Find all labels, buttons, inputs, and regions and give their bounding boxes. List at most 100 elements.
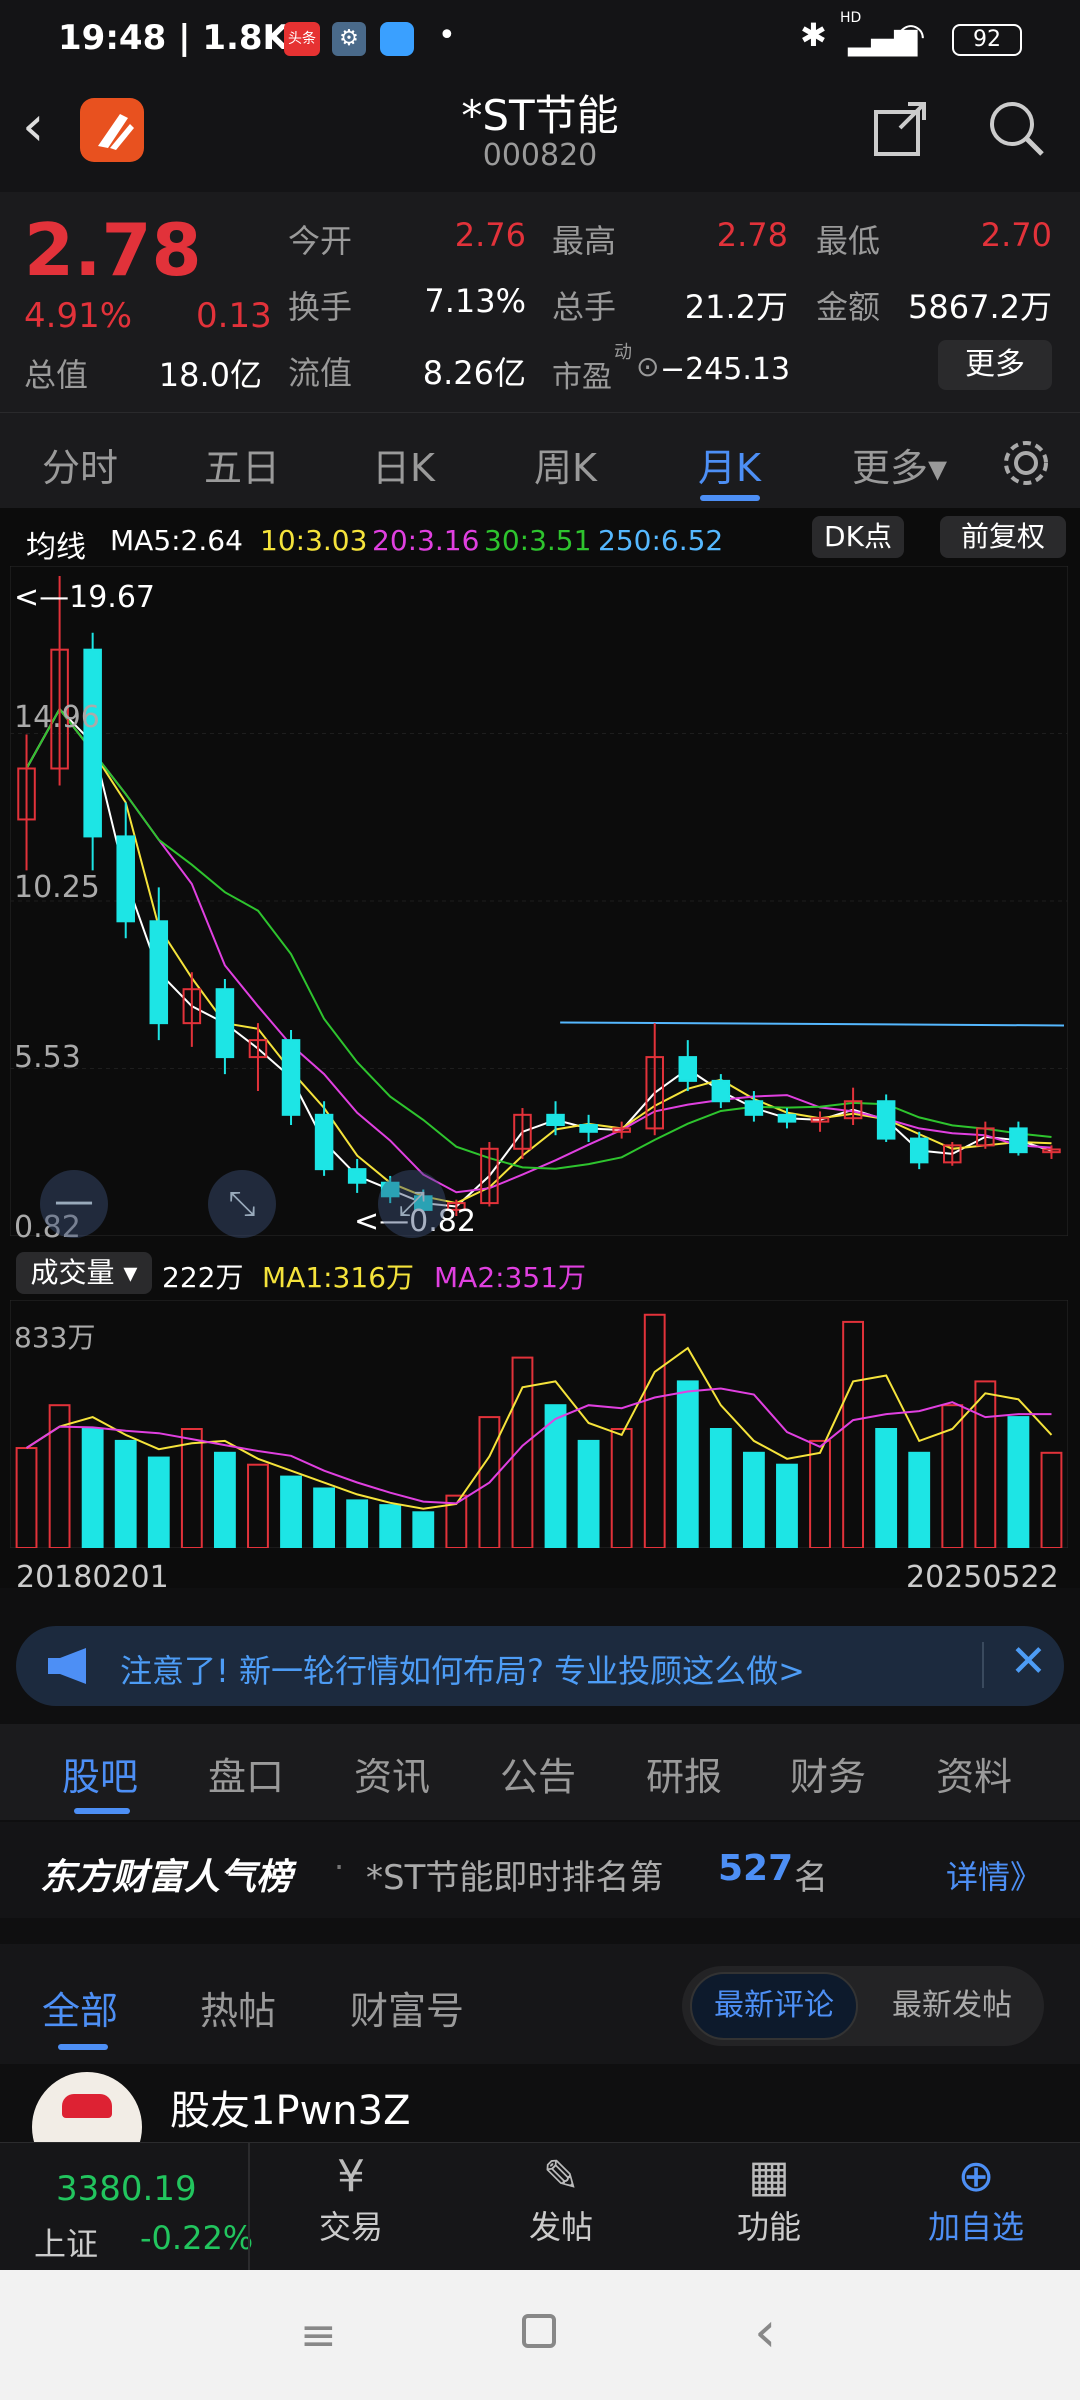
volume-bar-25	[842, 1320, 865, 1548]
function-button[interactable]: ▦ 功能	[724, 2151, 814, 2248]
menu-icon[interactable]: ≡	[300, 2310, 337, 2361]
volume-ma2: MA2:351万	[434, 1261, 587, 1294]
volume-indicator-select[interactable]: 成交量 ▾	[16, 1252, 152, 1294]
turnover-value: 7.13%	[424, 282, 526, 320]
candle-body-6	[215, 988, 235, 1059]
ma250-line	[560, 1021, 1065, 1027]
back-nav-icon[interactable]: ‹	[754, 2300, 776, 2365]
promo-banner[interactable]: 注意了! 新一轮行情如何布局? 专业投顾这么做> ✕	[16, 1626, 1064, 1706]
tab-daily-k[interactable]: 日K	[372, 437, 435, 492]
post-item[interactable]: 股友1Pwn3Z	[0, 2064, 1080, 2144]
popularity-rank[interactable]: 东方财富人气榜 · *ST节能即时排名第 527 名 详情》	[0, 1822, 1080, 1918]
volume-bar-20	[676, 1380, 699, 1548]
candle-body-17	[579, 1124, 598, 1133]
sort-new-post[interactable]: 最新发帖	[872, 1972, 1032, 2040]
price-tick-4: 5.53	[14, 1040, 81, 1075]
banner-divider	[982, 1642, 984, 1688]
dk-button[interactable]: DK点	[812, 516, 904, 558]
tab-announcements[interactable]: 公告	[500, 1746, 576, 1801]
tab-profile[interactable]: 资料	[936, 1746, 1012, 1801]
rank-number: 527	[718, 1848, 794, 1889]
volume-bar-31	[1040, 1451, 1063, 1548]
rank-detail-link[interactable]: 详情》	[946, 1852, 1042, 1898]
last-price: 2.78	[24, 208, 202, 292]
index-change: -0.22%	[140, 2219, 254, 2257]
settings-gear-icon[interactable]	[1000, 437, 1052, 489]
add-watchlist-button[interactable]: ⊕ 加自选	[916, 2151, 1036, 2248]
fq-button[interactable]: 前复权	[940, 516, 1066, 558]
sort-toggle: 最新评论 最新发帖	[682, 1966, 1044, 2046]
more-button[interactable]: 更多	[938, 340, 1052, 390]
rank-dot: ·	[334, 1848, 345, 1886]
filter-all[interactable]: 全部	[42, 1980, 118, 2035]
candle-body-22	[744, 1100, 764, 1116]
yen-icon: ¥	[337, 2151, 365, 2202]
post-button[interactable]: ✎ 发帖	[516, 2151, 606, 2248]
ma30-line	[25, 707, 1052, 1170]
volume-bar-12	[412, 1511, 435, 1548]
search-icon[interactable]	[984, 96, 1048, 160]
candle-body-21	[711, 1079, 731, 1103]
candle-body-30	[1009, 1127, 1028, 1154]
amount-value: 5867.2万	[908, 288, 1052, 326]
expand-button[interactable]: ⤡	[208, 1170, 276, 1238]
home-icon[interactable]	[522, 2314, 556, 2348]
rank-unit: 名	[794, 1858, 828, 1898]
share-icon[interactable]	[870, 98, 930, 158]
tab-weekly-k[interactable]: 周K	[534, 437, 597, 492]
volume-bar-30	[1007, 1416, 1030, 1548]
post-username[interactable]: 股友1Pwn3Z	[170, 2078, 411, 2136]
low-label: 最低	[816, 222, 881, 260]
volume-bar-27	[908, 1451, 931, 1548]
tab-more[interactable]: 更多▾	[852, 437, 947, 492]
volume-bar-11	[379, 1504, 402, 1548]
filter-hot[interactable]: 热帖	[200, 1980, 276, 2035]
quote-panel: 2.78 4.91% 0.13 总值 18.0亿 今开 2.76 最高 2.78…	[0, 192, 1080, 412]
volume-bar-23	[776, 1463, 798, 1548]
candle-body-23	[777, 1113, 797, 1123]
tab-monthly-k[interactable]: 月K	[698, 437, 761, 492]
edit-icon: ✎	[542, 2151, 580, 2202]
float-cap-label: 流值	[288, 354, 353, 392]
volume-axis-max: 833万	[14, 1321, 96, 1354]
volume-bar-24	[809, 1439, 831, 1548]
tab-five-day[interactable]: 五日	[204, 437, 280, 492]
sort-new-comment[interactable]: 最新评论	[690, 1972, 858, 2040]
candle-body-27	[909, 1137, 929, 1164]
volume-ma1-line	[25, 1346, 1053, 1510]
tab-guba[interactable]: 股吧	[62, 1746, 138, 1801]
info-icon[interactable]: ⊙	[636, 350, 659, 383]
collapse-button[interactable]: ⤢	[378, 1170, 446, 1238]
turnover-label: 换手	[288, 288, 353, 326]
filter-wealth[interactable]: 财富号	[350, 1980, 464, 2035]
tab-pankou[interactable]: 盘口	[208, 1746, 284, 1801]
volume-bar-19	[643, 1313, 666, 1548]
index-value: 3380.19	[56, 2169, 197, 2209]
grid-icon: ▦	[748, 2151, 790, 2202]
candle-body-26	[876, 1100, 896, 1140]
volume-bar-22	[742, 1451, 765, 1548]
banner-text: 注意了! 新一轮行情如何布局? 专业投顾这么做>	[120, 1652, 805, 1690]
tab-research[interactable]: 研报	[646, 1746, 722, 1801]
add-circle-icon: ⊕	[957, 2151, 995, 2202]
wifi-icon: ◠	[896, 16, 926, 56]
volume-bar-8	[280, 1475, 302, 1548]
high-label: 最高	[552, 222, 617, 260]
kline-chart[interactable]	[10, 566, 1068, 1236]
close-icon[interactable]: ✕	[1010, 1636, 1047, 1687]
volume-chart[interactable]	[10, 1300, 1068, 1548]
tab-finance[interactable]: 财务	[790, 1746, 866, 1801]
trade-button[interactable]: ¥ 交易	[306, 2151, 396, 2248]
period-tabs: 分时 五日 日K 周K 月K 更多▾	[0, 412, 1080, 508]
tab-intraday[interactable]: 分时	[42, 437, 118, 492]
volume-label: 总手	[552, 288, 617, 326]
avatar[interactable]	[32, 2072, 142, 2144]
volume-bar-3	[114, 1439, 137, 1548]
zoom-out-button[interactable]: —	[40, 1170, 108, 1238]
tab-news[interactable]: 资讯	[354, 1746, 430, 1801]
ma20-label: 20:3.16	[372, 524, 480, 557]
volume-ma1: MA1:316万	[262, 1261, 415, 1294]
open-label: 今开	[288, 222, 353, 260]
chart-area: 均线 MA5:2.64 10:3.03 20:3.16 30:3.51 250:…	[0, 508, 1080, 1595]
volume-bar-26	[875, 1428, 898, 1548]
